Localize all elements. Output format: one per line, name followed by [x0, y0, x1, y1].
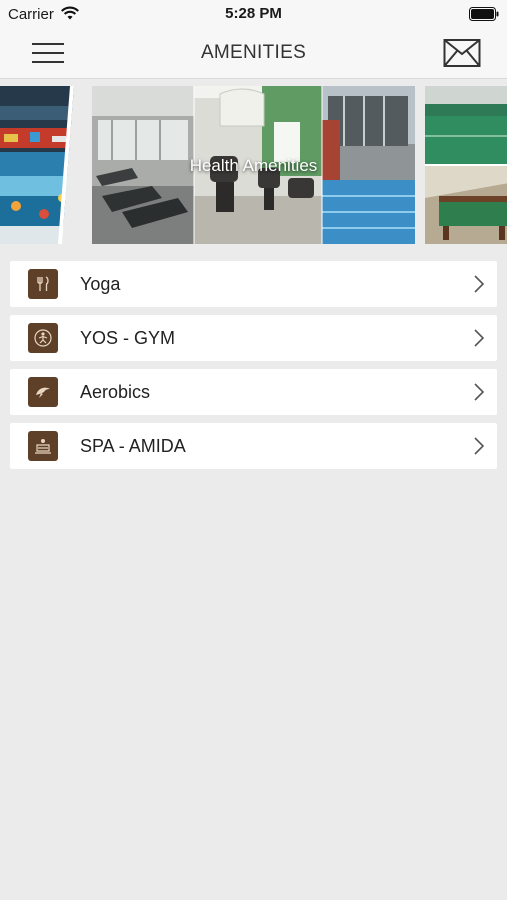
chevron-right-icon [474, 329, 485, 347]
battery-icon [469, 7, 499, 21]
status-time: 5:28 PM [225, 5, 282, 22]
list-item-aerobics[interactable]: Aerobics [10, 369, 497, 415]
amenities-banner-carousel[interactable]: Health Amenities [0, 86, 507, 246]
waterpark-photo[interactable] [0, 86, 82, 244]
list-item-label: Yoga [80, 274, 121, 294]
envelope-icon[interactable] [443, 38, 481, 68]
spa-icon [28, 431, 58, 461]
list-item-yoga[interactable]: Yoga [10, 261, 497, 307]
list-item-label: SPA - AMIDA [80, 436, 186, 456]
list-item-label: YOS - GYM [80, 328, 176, 348]
navigation-bar: AMENITIES [0, 28, 507, 79]
hamburger-menu-icon[interactable] [28, 38, 68, 68]
dolphin-icon [28, 377, 58, 407]
amenity-list: Yoga YOS - GYM Aerobics SPA - AMIDA [10, 261, 497, 477]
chevron-right-icon [474, 275, 485, 293]
list-item-spa-amida[interactable]: SPA - AMIDA [10, 423, 497, 469]
banner-caption: Health Amenities [189, 156, 318, 175]
chevron-right-icon [474, 437, 485, 455]
page-title: AMENITIES [200, 42, 307, 63]
fitness-icon [28, 323, 58, 353]
list-item-label: Aerobics [80, 382, 151, 402]
list-item-yos-gym[interactable]: YOS - GYM [10, 315, 497, 361]
chevron-right-icon [474, 383, 485, 401]
cutlery-icon [28, 269, 58, 299]
sports-photo[interactable] [425, 86, 507, 244]
status-bar: Carrier 5:28 PM [0, 0, 507, 28]
